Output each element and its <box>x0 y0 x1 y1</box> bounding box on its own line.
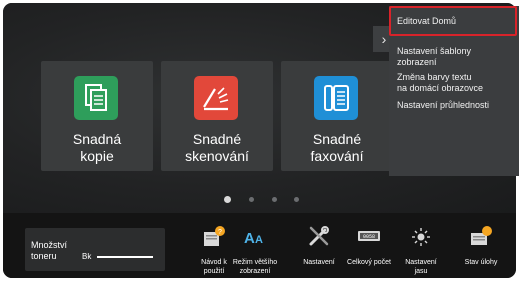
svg-text:A: A <box>255 234 263 246</box>
large-display-button[interactable]: A A Režim většího zobrazení <box>226 220 284 278</box>
tile-label: Snadné skenování <box>185 131 249 164</box>
toner-widget: Množství toneru Bk <box>25 228 165 271</box>
tile-easy-copy[interactable]: Snadná kopie <box>41 61 153 171</box>
svg-text:A: A <box>244 230 255 247</box>
tile-label: Snadná kopie <box>72 131 122 164</box>
fax-icon <box>314 76 358 120</box>
menu-item-template-settings[interactable]: Nastavení šablony zobrazení <box>397 46 512 68</box>
large-text-icon: A A <box>243 224 267 248</box>
manual-icon: ? <box>202 224 226 248</box>
tile-label: Snadné faxování <box>310 131 364 164</box>
large-display-label: Režim většího zobrazení <box>232 259 278 275</box>
page-dot[interactable] <box>224 196 231 203</box>
total-count-label: Celkový počet <box>347 259 391 266</box>
scan-icon <box>194 76 238 120</box>
settings-icon <box>307 224 331 248</box>
job-status-icon <box>469 224 493 248</box>
job-status-label: Stav úlohy <box>464 259 498 266</box>
job-status-button[interactable]: Stav úlohy <box>452 220 510 278</box>
chevron-right-icon: › <box>381 31 387 47</box>
toner-label: Množství toneru <box>31 240 68 261</box>
tile-easy-scan[interactable]: Snadné skenování <box>161 61 273 171</box>
brightness-label: Nastavení jasu <box>405 259 437 275</box>
page-dot[interactable] <box>272 197 277 202</box>
page-dot[interactable] <box>249 197 254 202</box>
tile-easy-fax[interactable]: Snadné faxování <box>281 61 393 171</box>
brightness-button[interactable]: Nastavení jasu <box>392 220 450 278</box>
counter-icon: 0058 <box>357 224 381 248</box>
svg-text:?: ? <box>218 229 222 236</box>
brightness-icon <box>409 224 433 248</box>
copy-icon <box>74 76 118 120</box>
menu-item-text-color[interactable]: Změna barvy textu na domácí obrazovce <box>397 72 512 94</box>
menu-selection-highlight <box>389 6 517 36</box>
page-dot[interactable] <box>294 197 299 202</box>
toner-level-bar <box>97 256 153 258</box>
svg-text:0058: 0058 <box>363 234 375 240</box>
menu-item-transparency[interactable]: Nastavení průhlednosti <box>397 100 512 111</box>
total-count-button[interactable]: 0058 Celkový počet <box>340 220 398 278</box>
toner-channel: Bk <box>82 252 92 261</box>
